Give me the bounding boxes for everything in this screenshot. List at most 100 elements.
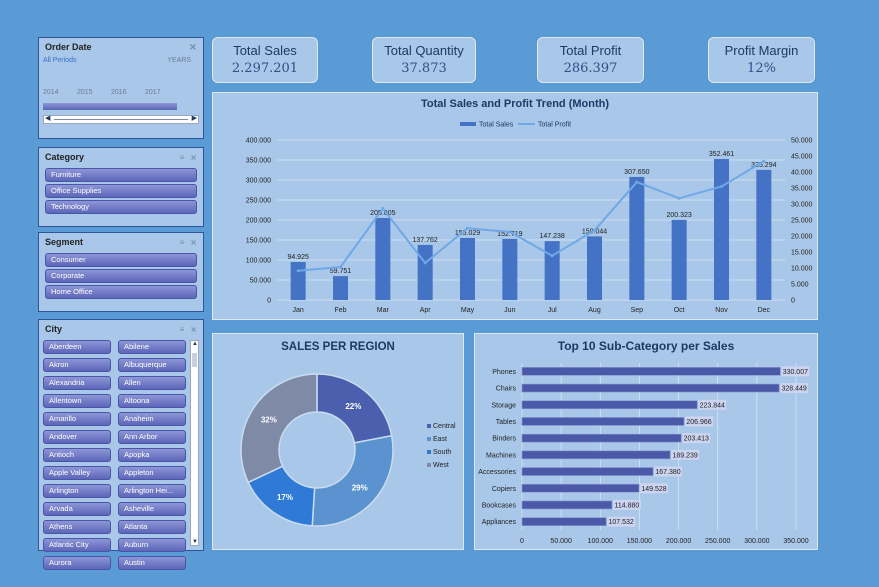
subcategory-bar[interactable]: [521, 367, 781, 376]
profit-point[interactable]: [762, 159, 766, 163]
subcategory-bar[interactable]: [521, 483, 640, 493]
sales-bar-label: 59.751: [330, 268, 352, 275]
city-item-17[interactable]: Arlington Hei...: [118, 484, 186, 498]
sales-bar[interactable]: [629, 176, 645, 300]
x-tick-label: 200.000: [666, 538, 691, 545]
subcategory-bar[interactable]: [521, 433, 682, 443]
clear-filter-icon[interactable]: ⨯: [190, 238, 197, 247]
city-item-13[interactable]: Apopka: [118, 448, 186, 462]
city-item-24[interactable]: Aurora: [43, 556, 111, 570]
subcategory-bar[interactable]: [521, 383, 780, 393]
sales-bar[interactable]: [333, 276, 348, 300]
city-item-1[interactable]: Abilene: [118, 340, 186, 354]
city-item-0[interactable]: Aberdeen: [43, 340, 111, 354]
city-item-15[interactable]: Appleton: [118, 466, 186, 480]
subcategory-bar[interactable]: [521, 400, 698, 410]
city-item-5[interactable]: Allen: [118, 376, 186, 390]
city-item-9[interactable]: Anaheim: [118, 412, 186, 426]
subcategory-bar[interactable]: [521, 500, 613, 510]
profit-point[interactable]: [423, 261, 427, 265]
subcategory-bar[interactable]: [521, 467, 654, 476]
sales-bar[interactable]: [375, 217, 391, 300]
city-item-22[interactable]: Atlantic City: [43, 538, 111, 552]
time-unit-dropdown[interactable]: YEARS: [167, 57, 191, 64]
sales-bar[interactable]: [587, 236, 602, 300]
profit-point[interactable]: [508, 230, 512, 234]
profit-point[interactable]: [339, 265, 342, 269]
timeline-scrollbar[interactable]: ◀ ▶: [43, 115, 199, 124]
multi-select-icon[interactable]: ≡: [180, 325, 185, 334]
city-item-6[interactable]: Allentown: [43, 394, 111, 408]
clear-filter-icon[interactable]: ⨯: [190, 153, 197, 162]
sales-bar[interactable]: [502, 238, 518, 300]
timeline-year-3[interactable]: 2017: [145, 89, 161, 96]
city-item-12[interactable]: Antioch: [43, 448, 111, 462]
scroll-right-icon[interactable]: ▶: [192, 114, 197, 122]
x-tick-label: 150.000: [627, 538, 652, 545]
timeline-year-0[interactable]: 2014: [43, 89, 59, 96]
subcategory-bar[interactable]: [521, 450, 671, 460]
city-item-2[interactable]: Akron: [43, 358, 111, 372]
scroll-left-icon[interactable]: ◀: [45, 114, 50, 122]
profit-line[interactable]: [298, 160, 765, 272]
city-item-7[interactable]: Altoona: [118, 394, 186, 408]
timeline-bar[interactable]: [43, 103, 177, 110]
profit-point[interactable]: [550, 254, 554, 258]
multi-select-icon[interactable]: ≡: [180, 153, 185, 162]
city-item-18[interactable]: Arvada: [43, 502, 111, 516]
segment-item-0[interactable]: Consumer: [45, 253, 197, 267]
sales-bar[interactable]: [756, 169, 772, 300]
y-left-tick-label: 350.000: [246, 158, 271, 165]
sales-bar[interactable]: [417, 244, 433, 300]
subcategory-bar-label: 330.007: [783, 369, 808, 376]
profit-point[interactable]: [381, 206, 385, 210]
x-tick-label: Jun: [504, 307, 515, 314]
city-item-14[interactable]: Apple Valley: [43, 466, 111, 480]
sales-bar[interactable]: [290, 262, 306, 300]
timeline-year-1[interactable]: 2015: [77, 89, 93, 96]
profit-point[interactable]: [296, 269, 300, 273]
profit-point[interactable]: [635, 180, 639, 184]
all-periods-label[interactable]: All Periods: [43, 57, 76, 64]
category-item-1[interactable]: Office Supplies: [45, 184, 197, 198]
subcategory-bar[interactable]: [521, 417, 685, 426]
subcategory-bar[interactable]: [521, 517, 607, 526]
timeline-year-2[interactable]: 2016: [111, 89, 127, 96]
clear-filter-icon[interactable]: ⨯: [189, 42, 197, 53]
city-item-3[interactable]: Albuquerque: [118, 358, 186, 372]
city-item-21[interactable]: Atlanta: [118, 520, 186, 534]
x-tick-label: 300.000: [744, 538, 769, 545]
profit-point[interactable]: [720, 184, 723, 188]
sales-bar[interactable]: [671, 219, 687, 300]
sales-bar[interactable]: [714, 159, 729, 300]
sales-bar[interactable]: [544, 241, 560, 300]
profit-point[interactable]: [677, 196, 681, 200]
profit-point[interactable]: [466, 226, 469, 230]
city-scrollbar[interactable]: ▲ ▼: [190, 340, 199, 546]
city-item-8[interactable]: Amarillo: [43, 412, 111, 426]
city-item-25[interactable]: Austin: [118, 556, 186, 570]
region-slice-west[interactable]: [240, 373, 318, 484]
city-item-20[interactable]: Athens: [43, 520, 111, 534]
clear-filter-icon[interactable]: ⨯: [190, 325, 197, 334]
scroll-thumb[interactable]: [192, 353, 197, 367]
subcategory-bar-label: 149.528: [641, 486, 666, 493]
y-tick-label: Chairs: [496, 386, 517, 393]
segment-item-1[interactable]: Corporate: [45, 269, 197, 283]
segment-item-2[interactable]: Home Office: [45, 285, 197, 299]
city-item-23[interactable]: Auburn: [118, 538, 186, 552]
region-slice-east[interactable]: [311, 434, 394, 527]
sales-bar[interactable]: [460, 237, 475, 300]
city-item-16[interactable]: Arlington: [43, 484, 111, 498]
city-item-10[interactable]: Andover: [43, 430, 111, 444]
city-item-19[interactable]: Asheville: [118, 502, 186, 516]
segment-list: Consumer Corporate Home Office: [39, 253, 203, 299]
city-item-11[interactable]: Ann Arbor: [118, 430, 186, 444]
category-item-2[interactable]: Technology: [45, 200, 197, 214]
city-item-4[interactable]: Alexandria: [43, 376, 111, 390]
scroll-up-icon[interactable]: ▲: [192, 341, 198, 347]
scroll-down-icon[interactable]: ▼: [192, 539, 198, 545]
multi-select-icon[interactable]: ≡: [180, 238, 185, 247]
category-item-0[interactable]: Furniture: [45, 168, 197, 182]
profit-point[interactable]: [593, 228, 596, 232]
